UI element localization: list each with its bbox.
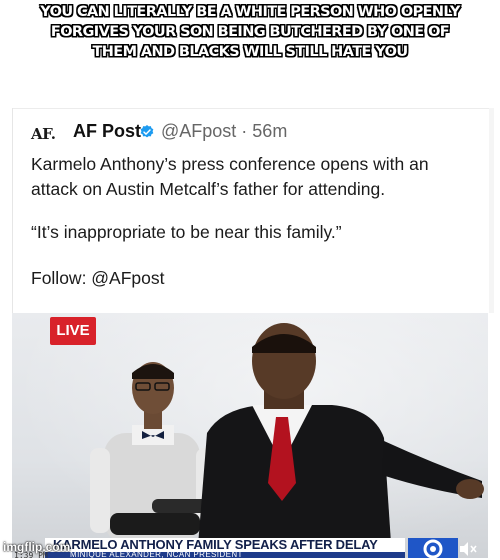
meme-caption: YOU CAN LITERALLY BE A WHITE PERSON WHO … [0, 2, 500, 62]
tweet-text-line-2: attack on Austin Metcalf’s father for at… [31, 179, 386, 199]
caption-line-2: FORGIVES YOUR SON BEING BUTCHERED BY ONE… [50, 24, 450, 40]
caption-line-1: YOU CAN LITERALLY BE A WHITE PERSON WHO … [40, 4, 460, 20]
station-logo-icon [423, 539, 443, 558]
tweet-quote: “It’s inappropriate to be near this fami… [31, 222, 342, 242]
video-still[interactable]: LIVE KARMELO ANTHONY FAMILY SPEAKS AFTER… [12, 313, 488, 558]
account-handle-time[interactable]: @AFpost · 56m [161, 121, 287, 142]
press-conference-scene [90, 323, 484, 558]
card-edge [489, 108, 494, 313]
tweet-text-line-1: Karmelo Anthony’s press conference opens… [31, 154, 429, 174]
account-name[interactable]: AF Post [73, 121, 141, 142]
live-badge: LIVE [50, 317, 96, 345]
main-speaker [197, 323, 484, 558]
lower-third-subline: MINIQUE ALEXANDER, NCAN PRESIDENT [70, 550, 243, 558]
imgflip-watermark: imgflip.com [3, 540, 71, 554]
account-logo[interactable]: AF. [31, 125, 56, 143]
card-divider [13, 108, 489, 109]
verified-badge-icon [140, 125, 154, 138]
tweet-follow: Follow: @AFpost [31, 268, 165, 288]
caption-line-3: THEM AND BLACKS WILL STILL HATE YOU [92, 44, 408, 60]
mute-icon[interactable] [458, 541, 482, 558]
tweet-card: AF. AF Post @AFpost · 56m Karmelo Anthon… [12, 108, 494, 313]
station-logo [408, 538, 458, 558]
